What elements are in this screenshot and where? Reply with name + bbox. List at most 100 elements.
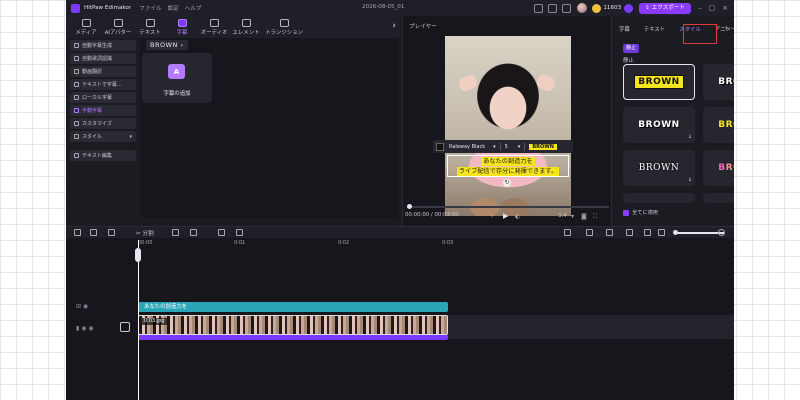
text-tool-icon[interactable] [190, 229, 197, 236]
zoom-slider[interactable] [676, 232, 724, 234]
playhead-handle[interactable] [135, 248, 141, 262]
undo-icon[interactable] [74, 229, 81, 236]
font-dropdown-icon[interactable]: ▾ [493, 144, 496, 150]
style-card-2[interactable]: BROWN ↓ [703, 64, 734, 100]
fit-icon[interactable] [644, 229, 651, 236]
reverse-icon[interactable] [218, 229, 225, 236]
add-subtitle-card[interactable]: A 字幕の追加 [142, 53, 212, 103]
playback-progress[interactable] [407, 206, 609, 208]
next-frame-icon[interactable]: ◐ [515, 213, 520, 220]
video-track-controls-icon[interactable]: ▮ ◉ ◉ [76, 325, 94, 332]
font-select[interactable]: Raleway Black [449, 144, 485, 150]
rotate-icon[interactable]: ↻ [503, 179, 511, 187]
sidebar-label: カスタマイズ [82, 121, 112, 127]
progress-knob[interactable] [407, 204, 412, 209]
app-logo-icon [71, 3, 80, 13]
sidebar-item-text-to-subtitle[interactable]: テキストで字幕... [70, 79, 136, 90]
caption-box[interactable]: あなたの創造力を ライブ配信で存分に発揮できます。 [447, 155, 569, 177]
apply-all-checkbox[interactable]: 全てに適用 [623, 209, 658, 216]
tab-media[interactable]: メディア [70, 18, 102, 38]
minimize-icon[interactable]: – [698, 4, 702, 12]
zoom-out-icon[interactable] [658, 229, 665, 236]
style-card-1[interactable]: BROWN [623, 64, 695, 100]
export-button[interactable]: ⇪ エクスポート [639, 2, 691, 14]
insert-media-icon[interactable] [120, 322, 130, 332]
video-clip[interactable] [138, 315, 448, 335]
sidebar-label: スタイル [82, 134, 103, 140]
zoom-in-icon[interactable] [718, 229, 725, 236]
split-button[interactable]: ✂ 分割 [136, 229, 154, 237]
sidebar-item-local-subtitle[interactable]: ローカル字幕 [70, 92, 136, 103]
download-icon[interactable]: ↓ [688, 177, 692, 183]
sidebar-item-customize[interactable]: カスタマイズ [70, 118, 136, 129]
layout-icon[interactable] [548, 3, 558, 13]
close-icon[interactable]: × [722, 4, 728, 12]
sidebar-item-video-translate[interactable]: 動画翻訳 [70, 66, 136, 77]
redo-icon[interactable] [90, 229, 97, 236]
filter-chip-static[interactable]: 静止 [623, 44, 640, 53]
style-card-7[interactable] [623, 193, 695, 203]
crop-icon[interactable] [236, 229, 243, 236]
download-icon[interactable]: ↓ [688, 134, 692, 140]
tab-audio[interactable]: オーディオ [198, 18, 230, 38]
magnet-icon[interactable] [606, 229, 613, 236]
snapshot-icon[interactable]: ◙ [581, 213, 587, 220]
tab-subtitle[interactable]: 字幕 [166, 18, 198, 38]
style-card-5[interactable]: BROWN ↓ [623, 150, 695, 186]
maximize-icon[interactable]: □ [709, 4, 716, 12]
playhead[interactable] [138, 240, 139, 400]
zoom-knob[interactable] [673, 230, 678, 235]
style-tab-highlight [683, 24, 717, 44]
font-size-select[interactable]: 5 [505, 144, 508, 150]
tab-text-props[interactable]: テキスト [644, 25, 665, 33]
video-preview[interactable] [445, 36, 571, 216]
prev-frame-icon[interactable]: ‹ [491, 213, 493, 220]
time-ruler[interactable]: 00:00 0:01 0:02 0:03 [138, 240, 734, 248]
settings-icon[interactable] [562, 3, 572, 13]
sidebar-item-auto-subtitle[interactable]: 自動字幕生成 [70, 40, 136, 51]
sidebar-label: ローカル字幕 [82, 95, 113, 101]
style-card-4[interactable]: BROWN [703, 107, 734, 143]
sidebar-item-text-edit[interactable]: テキスト編集 [70, 150, 136, 161]
monitor-icon[interactable] [534, 3, 544, 13]
premium-badge-icon[interactable] [624, 3, 634, 13]
fullscreen-icon[interactable]: ⛶ [593, 213, 597, 221]
user-avatar[interactable] [577, 3, 588, 13]
menu-file[interactable]: ファイル [139, 4, 161, 12]
breadcrumb[interactable]: BROWN › [146, 40, 188, 50]
properties-panel: 字幕 テキスト スタイル アニメーション › 静止 静止 BROWN BROWN… [613, 16, 734, 226]
menu-help[interactable]: ヘルプ [185, 4, 202, 12]
style-preview[interactable]: BROWN [529, 143, 557, 150]
tab-audio-label: オーディオ [200, 30, 228, 36]
tab-ai-avatar[interactable]: AIアバター [102, 18, 134, 38]
chevron-right-icon[interactable]: › [725, 23, 728, 32]
play-icon[interactable]: ▶ [503, 212, 508, 220]
snap-icon[interactable] [626, 229, 633, 236]
player-panel: プレイヤー Raleway Black ▾ 5 ▾ BROWN あなたの創造力を… [402, 16, 612, 226]
microphone-icon[interactable] [564, 229, 571, 236]
ratio-dropdown-icon[interactable]: ▾ [571, 213, 574, 220]
style-card-8[interactable] [703, 193, 734, 203]
audio-icon [209, 19, 219, 27]
sidebar-item-manual-subtitle[interactable]: 手動字幕 [70, 105, 136, 116]
text-track-lock-icon[interactable]: ⊞ ◉ [76, 303, 88, 310]
style-card-6[interactable]: BROWN ↓ [703, 150, 734, 186]
color-swatch[interactable] [436, 142, 444, 151]
tab-transition[interactable]: トランジション [262, 18, 306, 38]
player-title: プレイヤー [409, 24, 437, 30]
sidebar-item-style[interactable]: スタイル ▾ [70, 131, 136, 142]
menu-settings[interactable]: 設定 [168, 4, 179, 12]
tab-subtitle-props[interactable]: 字幕 [619, 25, 630, 33]
link-icon[interactable] [586, 229, 593, 236]
aspect-ratio-select[interactable]: 3:4 [558, 213, 567, 219]
shield-icon[interactable] [172, 229, 179, 236]
delete-icon[interactable] [108, 229, 115, 236]
tab-element[interactable]: エレメント [230, 18, 262, 38]
size-dropdown-icon[interactable]: ▾ [518, 144, 521, 150]
style-card-3[interactable]: BROWN ↓ [623, 107, 695, 143]
subtitle-clip[interactable]: あなたの創造力を [138, 302, 448, 312]
tab-text[interactable]: テキスト [134, 18, 166, 38]
sidebar-item-auto-lyrics[interactable]: 自動歌詞認識 [70, 53, 136, 64]
coin-icon [592, 3, 602, 13]
chevron-right-icon[interactable]: › [392, 21, 396, 31]
